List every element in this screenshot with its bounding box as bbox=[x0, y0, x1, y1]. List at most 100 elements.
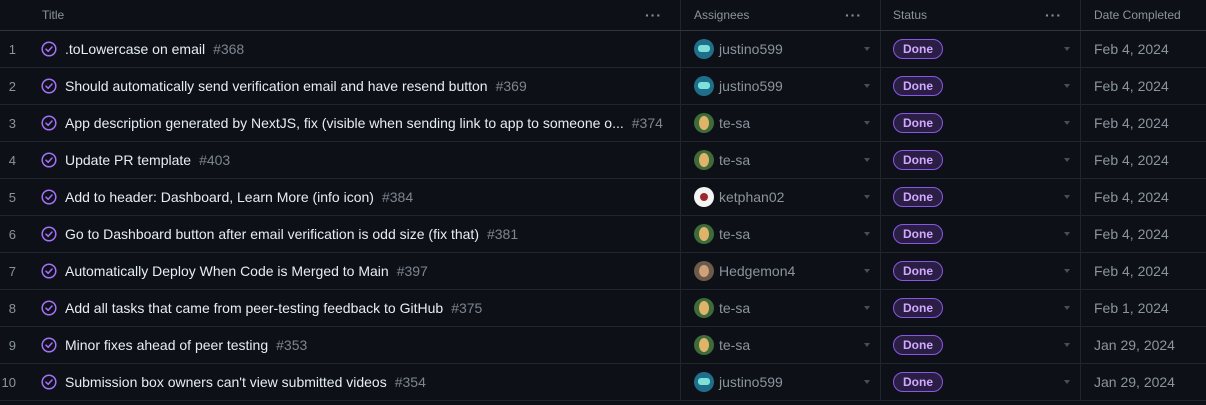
date-completed-value: Feb 4, 2024 bbox=[1094, 41, 1169, 57]
status-cell[interactable]: Done bbox=[880, 364, 1080, 400]
issue-title-link[interactable]: .toLowercase on email bbox=[65, 41, 205, 57]
date-completed-cell[interactable]: Feb 4, 2024 bbox=[1080, 216, 1206, 252]
issue-title-link[interactable]: Should automatically send verification e… bbox=[65, 78, 488, 94]
issue-closed-icon bbox=[41, 300, 65, 316]
table-row[interactable]: 6 Go to Dashboard button after email veri… bbox=[0, 216, 1206, 253]
issue-closed-icon bbox=[41, 78, 65, 94]
chevron-down-icon[interactable] bbox=[1064, 269, 1070, 273]
title-cell[interactable]: Add to header: Dashboard, Learn More (in… bbox=[30, 179, 680, 215]
column-menu-icon[interactable]: ··· bbox=[1045, 7, 1062, 23]
assignee-cell[interactable]: justino599 bbox=[680, 364, 880, 400]
chevron-down-icon[interactable] bbox=[1064, 380, 1070, 384]
issue-title-link[interactable]: Minor fixes ahead of peer testing bbox=[65, 337, 268, 353]
issue-title-link[interactable]: Automatically Deploy When Code is Merged… bbox=[65, 263, 389, 279]
status-cell[interactable]: Done bbox=[880, 105, 1080, 141]
title-cell[interactable]: Minor fixes ahead of peer testing #353 bbox=[30, 327, 680, 363]
title-cell[interactable]: Go to Dashboard button after email verif… bbox=[30, 216, 680, 252]
chevron-down-icon[interactable] bbox=[864, 269, 870, 273]
issue-title-link[interactable]: Update PR template bbox=[65, 152, 191, 168]
assignee-cell[interactable]: ketphan02 bbox=[680, 179, 880, 215]
column-header-date-completed[interactable]: Date Completed bbox=[1080, 0, 1206, 30]
chevron-down-icon[interactable] bbox=[1064, 343, 1070, 347]
assignee-cell[interactable]: justino599 bbox=[680, 68, 880, 104]
date-completed-cell[interactable]: Feb 4, 2024 bbox=[1080, 179, 1206, 215]
table-row[interactable]: 3 App description generated by NextJS, fi… bbox=[0, 105, 1206, 142]
assignee-cell[interactable]: te-sa bbox=[680, 216, 880, 252]
chevron-down-icon[interactable] bbox=[864, 195, 870, 199]
table-row[interactable]: 8 Add all tasks that came from peer-testi… bbox=[0, 290, 1206, 327]
title-cell[interactable]: Should automatically send verification e… bbox=[30, 68, 680, 104]
chevron-down-icon[interactable] bbox=[1064, 47, 1070, 51]
date-completed-value: Feb 4, 2024 bbox=[1094, 263, 1169, 279]
status-cell[interactable]: Done bbox=[880, 216, 1080, 252]
table-row[interactable]: 2 Should automatically send verification … bbox=[0, 68, 1206, 105]
assignee-cell[interactable]: te-sa bbox=[680, 105, 880, 141]
chevron-down-icon[interactable] bbox=[1064, 84, 1070, 88]
title-cell[interactable]: .toLowercase on email #368 bbox=[30, 31, 680, 67]
status-cell[interactable]: Done bbox=[880, 68, 1080, 104]
chevron-down-icon[interactable] bbox=[1064, 121, 1070, 125]
status-cell[interactable]: Done bbox=[880, 253, 1080, 289]
chevron-down-icon[interactable] bbox=[1064, 232, 1070, 236]
title-cell[interactable]: Automatically Deploy When Code is Merged… bbox=[30, 253, 680, 289]
column-header-assignees[interactable]: Assignees ··· bbox=[680, 0, 880, 30]
date-completed-cell[interactable]: Jan 29, 2024 bbox=[1080, 364, 1206, 400]
date-completed-cell[interactable]: Feb 1, 2024 bbox=[1080, 290, 1206, 326]
chevron-down-icon[interactable] bbox=[1064, 306, 1070, 310]
issue-title-link[interactable]: Go to Dashboard button after email verif… bbox=[65, 226, 479, 242]
status-cell[interactable]: Done bbox=[880, 179, 1080, 215]
title-cell[interactable]: App description generated by NextJS, fix… bbox=[30, 105, 680, 141]
issue-number: #397 bbox=[396, 263, 428, 279]
table-row[interactable]: 1 .toLowercase on email #368 justino599 Done… bbox=[0, 31, 1206, 68]
column-menu-icon[interactable]: ··· bbox=[645, 7, 662, 23]
column-header-status[interactable]: Status ··· bbox=[880, 0, 1080, 30]
date-completed-cell[interactable]: Feb 4, 2024 bbox=[1080, 142, 1206, 178]
chevron-down-icon[interactable] bbox=[1064, 195, 1070, 199]
chevron-down-icon[interactable] bbox=[1064, 158, 1070, 162]
date-completed-cell[interactable]: Feb 4, 2024 bbox=[1080, 68, 1206, 104]
issue-closed-icon bbox=[41, 152, 65, 168]
title-cell[interactable]: Update PR template #403 bbox=[30, 142, 680, 178]
status-badge: Done bbox=[893, 39, 943, 59]
project-table: Title ··· Assignees ··· Status ··· Date … bbox=[0, 0, 1206, 401]
assignee-cell[interactable]: te-sa bbox=[680, 290, 880, 326]
title-cell[interactable]: Submission box owners can't view submitt… bbox=[30, 364, 680, 400]
column-header-title[interactable]: Title ··· bbox=[30, 0, 680, 30]
status-cell[interactable]: Done bbox=[880, 142, 1080, 178]
table-row[interactable]: 7 Automatically Deploy When Code is Merge… bbox=[0, 253, 1206, 290]
status-cell[interactable]: Done bbox=[880, 327, 1080, 363]
table-row[interactable]: 5 Add to header: Dashboard, Learn More (i… bbox=[0, 179, 1206, 216]
chevron-down-icon[interactable] bbox=[864, 232, 870, 236]
date-completed-cell[interactable]: Jan 29, 2024 bbox=[1080, 327, 1206, 363]
issue-title-link[interactable]: Submission box owners can't view submitt… bbox=[65, 374, 387, 390]
assignee-cell[interactable]: te-sa bbox=[680, 327, 880, 363]
date-completed-cell[interactable]: Feb 4, 2024 bbox=[1080, 105, 1206, 141]
chevron-down-icon[interactable] bbox=[864, 47, 870, 51]
chevron-down-icon[interactable] bbox=[864, 343, 870, 347]
title-cell[interactable]: Add all tasks that came from peer-testin… bbox=[30, 290, 680, 326]
assignee-cell[interactable]: Hedgemon4 bbox=[680, 253, 880, 289]
issue-title-link[interactable]: App description generated by NextJS, fix… bbox=[65, 115, 624, 131]
issue-title-link[interactable]: Add to header: Dashboard, Learn More (in… bbox=[65, 189, 374, 205]
row-number-label: 8 bbox=[8, 300, 16, 316]
table-row[interactable]: 10 Submission box owners can't view submi… bbox=[0, 364, 1206, 401]
row-number: 1 bbox=[0, 31, 30, 67]
chevron-down-icon[interactable] bbox=[864, 380, 870, 384]
row-number: 9 bbox=[0, 327, 30, 363]
chevron-down-icon[interactable] bbox=[864, 158, 870, 162]
chevron-down-icon[interactable] bbox=[864, 84, 870, 88]
assignee-cell[interactable]: te-sa bbox=[680, 142, 880, 178]
date-completed-cell[interactable]: Feb 4, 2024 bbox=[1080, 31, 1206, 67]
chevron-down-icon[interactable] bbox=[864, 121, 870, 125]
status-cell[interactable]: Done bbox=[880, 31, 1080, 67]
column-menu-icon[interactable]: ··· bbox=[845, 7, 862, 23]
issue-title-link[interactable]: Add all tasks that came from peer-testin… bbox=[65, 300, 443, 316]
table-row[interactable]: 9 Minor fixes ahead of peer testing #353 te… bbox=[0, 327, 1206, 364]
assignee-cell[interactable]: justino599 bbox=[680, 31, 880, 67]
status-cell[interactable]: Done bbox=[880, 290, 1080, 326]
chevron-down-icon[interactable] bbox=[864, 306, 870, 310]
table-row[interactable]: 4 Update PR template #403 te-sa Done Feb 4, 2… bbox=[0, 142, 1206, 179]
issue-number: #384 bbox=[381, 189, 414, 205]
date-completed-cell[interactable]: Feb 4, 2024 bbox=[1080, 253, 1206, 289]
date-completed-value: Feb 4, 2024 bbox=[1094, 189, 1169, 205]
